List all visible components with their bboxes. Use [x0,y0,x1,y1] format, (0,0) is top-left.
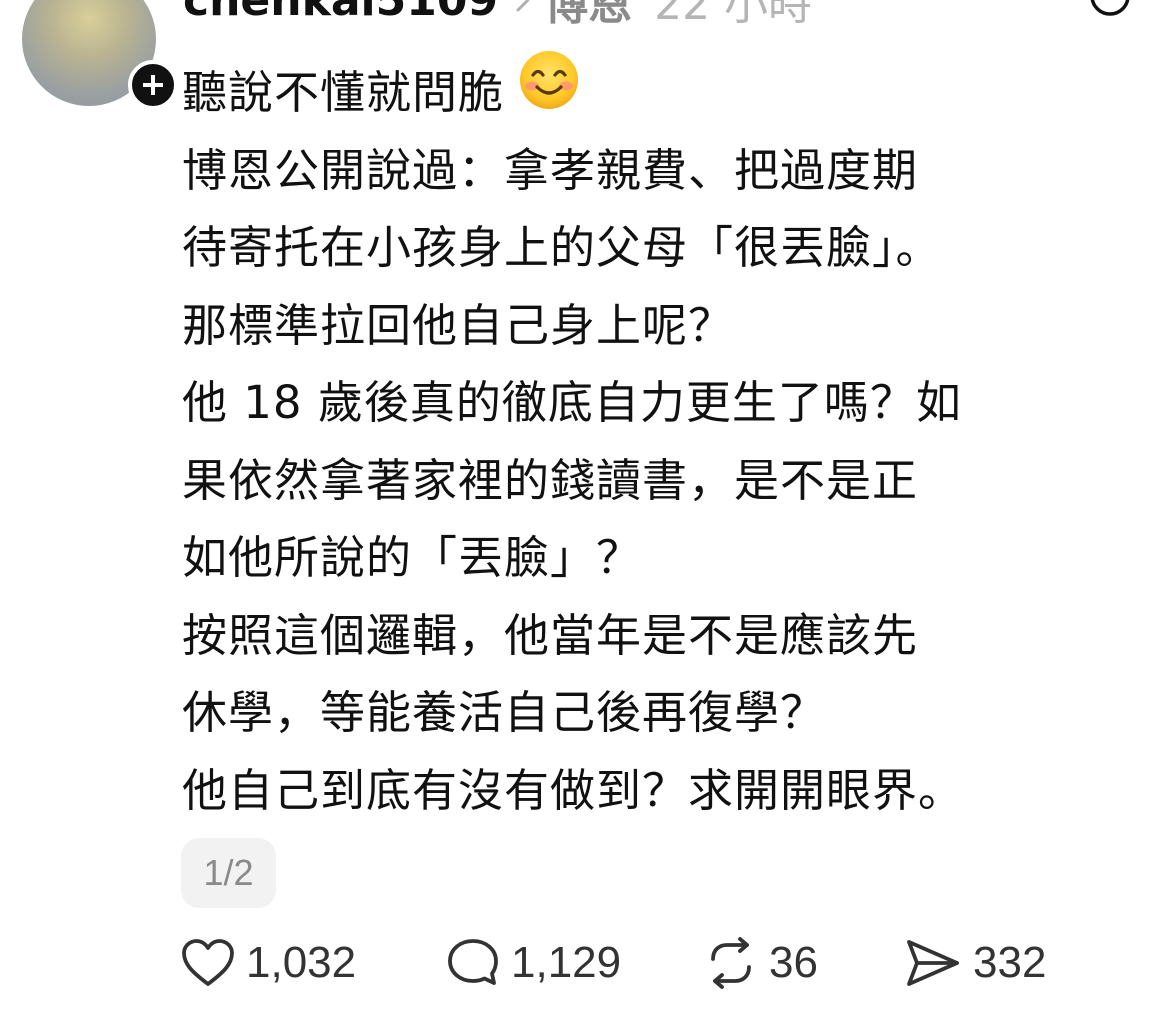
repost-button[interactable]: 36 [703,930,903,996]
heart-icon [182,939,234,986]
topic-tag[interactable]: 博恩 [544,0,632,32]
post-text-line: 如他所說的「丟臉」？ [182,531,643,584]
post-text-line: 待寄托在小孩身上的父母「很丟臉」。 [182,221,942,274]
like-button[interactable]: 1,032 [180,930,445,996]
chevron-right-icon [516,0,530,12]
more-options-icon [1090,0,1130,16]
comment-icon [448,939,498,985]
share-button[interactable]: 332 [903,930,1103,996]
post-header: chenkai5109 博恩 22 小時 [183,0,812,30]
avatar-container [22,0,178,110]
send-icon [907,940,959,986]
timestamp: 22 小時 [654,0,813,30]
repost-count: 36 [769,938,818,987]
page-indicator: 1/2 [181,838,276,908]
post-text-line: 他自己到底有沒有做到？求開開眼界。 [182,763,965,817]
more-options-button[interactable] [1088,0,1132,18]
post-text-line: 聽說不懂就問脆 [182,51,1142,132]
post-text-line: 他 18 歲後真的徹底自力更生了嗎？如 [182,376,962,429]
repost-icon [711,937,751,989]
post-text-line: 按照這個邏輯，他當年是不是應該先 [182,608,919,662]
post-text-line: 那標準拉回他自己身上呢？ [182,298,735,352]
reply-count: 1,129 [511,938,622,987]
thread-post: chenkai5109 博恩 22 小時 聽說不懂就問脆 博恩公開說過：拿孝親費… [0,0,1170,1013]
plus-icon [143,75,163,95]
reply-button[interactable]: 1,129 [445,930,703,996]
share-count: 332 [973,938,1047,987]
post-text-line: 果依然拿著家裡的錢讀書，是不是正 [182,453,919,507]
like-count: 1,032 [246,938,357,987]
follow-button[interactable] [128,60,178,110]
action-bar: 1,032 1,129 36 332 [180,930,1103,996]
post-text-line: 休學，等能養活自己後再復學？ [182,686,827,739]
post-text-line: 博恩公開說過：拿孝親費、把過度期 [182,143,919,197]
smiling-face-emoji [518,49,580,135]
post-body: 聽說不懂就問脆 博恩公開說過：拿孝親費、把過度期 待寄托在小孩身上的父母「很丟臉… [182,51,1142,829]
username[interactable]: chenkai5109 [183,0,498,26]
post-text-line-content: 聽說不懂就問脆 [182,66,505,119]
